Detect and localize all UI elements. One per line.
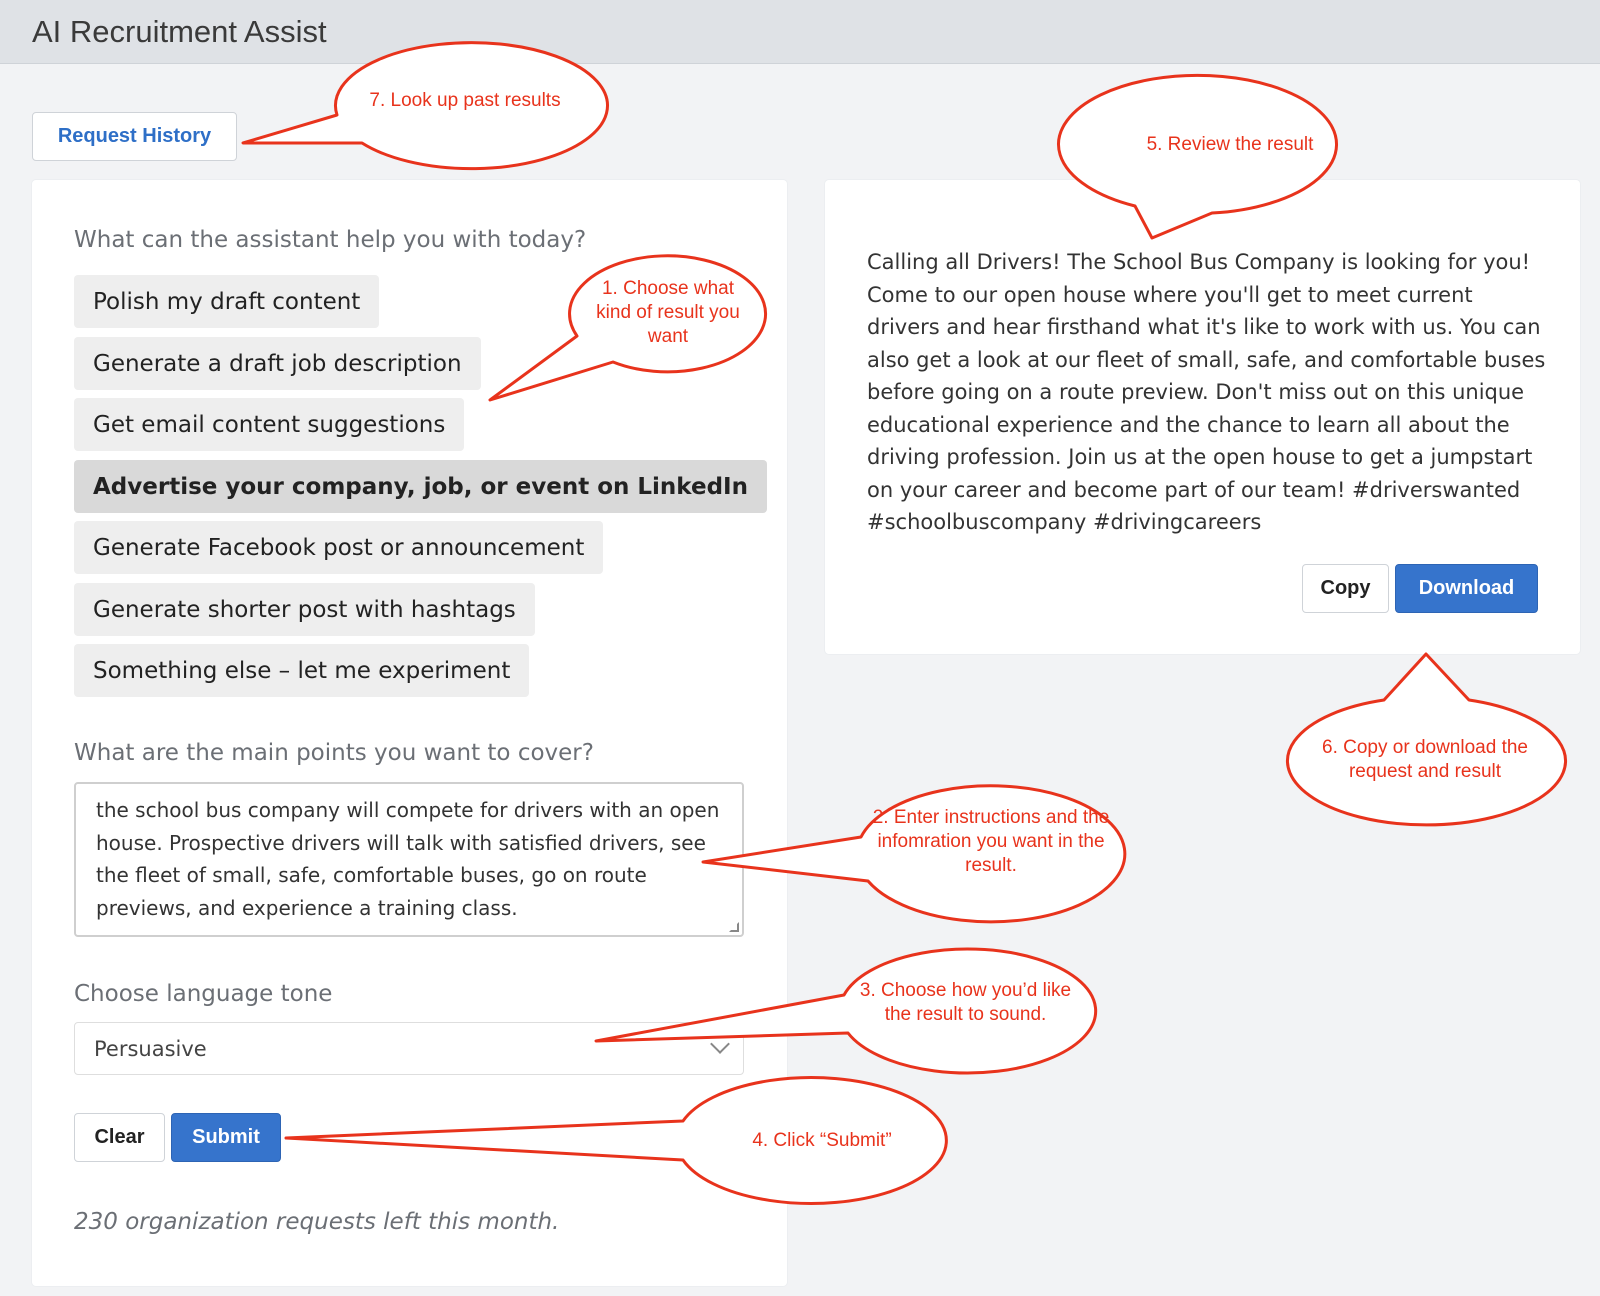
option-facebook-post[interactable]: Generate Facebook post or announcement xyxy=(74,521,604,574)
requests-left-text: 230 organization requests left this mont… xyxy=(74,1209,560,1235)
clear-button[interactable]: Clear xyxy=(74,1113,165,1162)
chevron-down-icon xyxy=(710,1034,730,1054)
tone-selected-value: Persuasive xyxy=(94,1036,207,1061)
option-something-else[interactable]: Something else – let me experiment xyxy=(74,644,530,697)
callout-text-1: 1. Choose what kind of result you want xyxy=(596,278,740,347)
option-hashtag-post[interactable]: Generate shorter post with hashtags xyxy=(74,583,535,636)
submit-button[interactable]: Submit xyxy=(171,1113,281,1162)
copy-button[interactable]: Copy xyxy=(1302,564,1389,613)
callout-text-2: 2. Enter instructions and the infomratio… xyxy=(872,807,1110,876)
option-polish-draft[interactable]: Polish my draft content xyxy=(74,275,380,328)
main-points-textarea[interactable]: the school bus company will compete for … xyxy=(74,782,744,937)
option-email-suggestions[interactable]: Get email content suggestions xyxy=(74,398,465,451)
option-linkedin[interactable]: Advertise your company, job, or event on… xyxy=(74,460,767,513)
request-history-button[interactable]: Request History xyxy=(32,112,237,161)
result-text: Calling all Drivers! The School Bus Comp… xyxy=(867,250,1546,534)
callout-text-4: 4. Click “Submit” xyxy=(752,1130,892,1151)
callout-text-7: 7. Look up past results xyxy=(369,90,561,111)
callout-text-5: 5. Review the result xyxy=(1146,134,1314,155)
app-header: AI Recruitment Assist xyxy=(0,0,1600,64)
tone-select[interactable]: Persuasive xyxy=(74,1022,744,1075)
tone-question-label: Choose language tone xyxy=(74,981,333,1007)
resize-handle-icon[interactable] xyxy=(729,922,739,932)
main-points-text: the school bus company will compete for … xyxy=(96,798,720,920)
option-job-description[interactable]: Generate a draft job description xyxy=(74,337,481,390)
app-title: AI Recruitment Assist xyxy=(32,14,327,49)
task-question-label: What can the assistant help you with tod… xyxy=(74,227,587,253)
callout-text-3: 3. Choose how you’d like the result to s… xyxy=(859,980,1072,1025)
points-question-label: What are the main points you want to cov… xyxy=(74,740,594,766)
callout-text-6: 6. Copy or download the request and resu… xyxy=(1322,737,1528,782)
download-button[interactable]: Download xyxy=(1395,564,1538,613)
